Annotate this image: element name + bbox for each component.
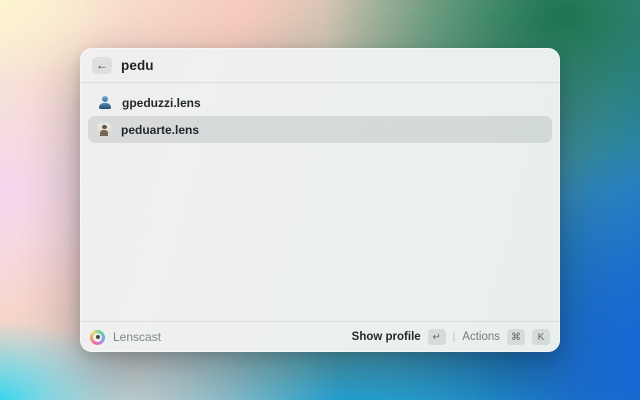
footer-separator: | [452,331,456,343]
result-label: peduarte.lens [121,122,200,137]
command-key-badge: ⌘ [507,329,525,345]
show-profile-button[interactable]: Show profile [352,331,421,343]
result-label: gpeduzzi.lens [122,95,201,110]
return-key-badge: ↵ [427,329,446,345]
results-list: gpeduzzi.lens peduarte.lens [80,83,560,149]
action-bar: Lenscast Show profile ↵ | Actions ⌘ K [80,321,560,352]
back-button[interactable]: ← [92,56,112,74]
footer-actions: Show profile ↵ | Actions ⌘ K [352,329,550,345]
list-item-selected[interactable]: peduarte.lens [88,116,552,143]
profile-photo-icon [97,122,111,137]
actions-button[interactable]: Actions [462,331,500,343]
search-bar: ← pedu [80,48,560,82]
back-arrow-icon: ← [96,58,108,72]
app-name: Lenscast [113,330,162,344]
search-input[interactable]: pedu [121,58,154,73]
list-item[interactable]: gpeduzzi.lens [88,89,552,116]
desktop-wallpaper: ← pedu gpeduzzi.lens peduarte.lens Lensc… [0,0,640,400]
k-key-badge: K [532,329,550,345]
lenscast-logo-icon [90,329,105,345]
person-avatar-icon [97,95,112,110]
launcher-window: ← pedu gpeduzzi.lens peduarte.lens Lensc… [80,48,560,352]
